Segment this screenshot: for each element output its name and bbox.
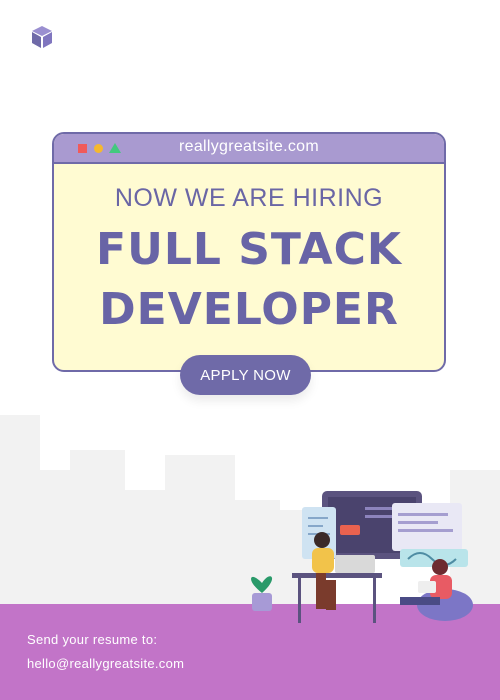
- hiring-subtitle: NOW WE ARE HIRING: [114, 184, 384, 212]
- contact-email[interactable]: hello@reallygreatsite.com: [27, 656, 184, 671]
- cube-logo-icon: [32, 26, 52, 48]
- job-title-line-2: DEVELOPER: [99, 284, 399, 335]
- resume-prompt: Send your resume to:: [27, 632, 158, 647]
- apply-now-button[interactable]: APPLY NOW: [180, 355, 311, 395]
- browser-title-bar: reallygreatsite.com: [54, 134, 444, 164]
- job-title-line-1: FULL STACK: [96, 224, 402, 275]
- browser-url: reallygreatsite.com: [179, 138, 319, 155]
- browser-window-card: reallygreatsite.com NOW WE ARE HIRING FU…: [52, 132, 446, 372]
- developers-working-illustration: [251, 491, 473, 623]
